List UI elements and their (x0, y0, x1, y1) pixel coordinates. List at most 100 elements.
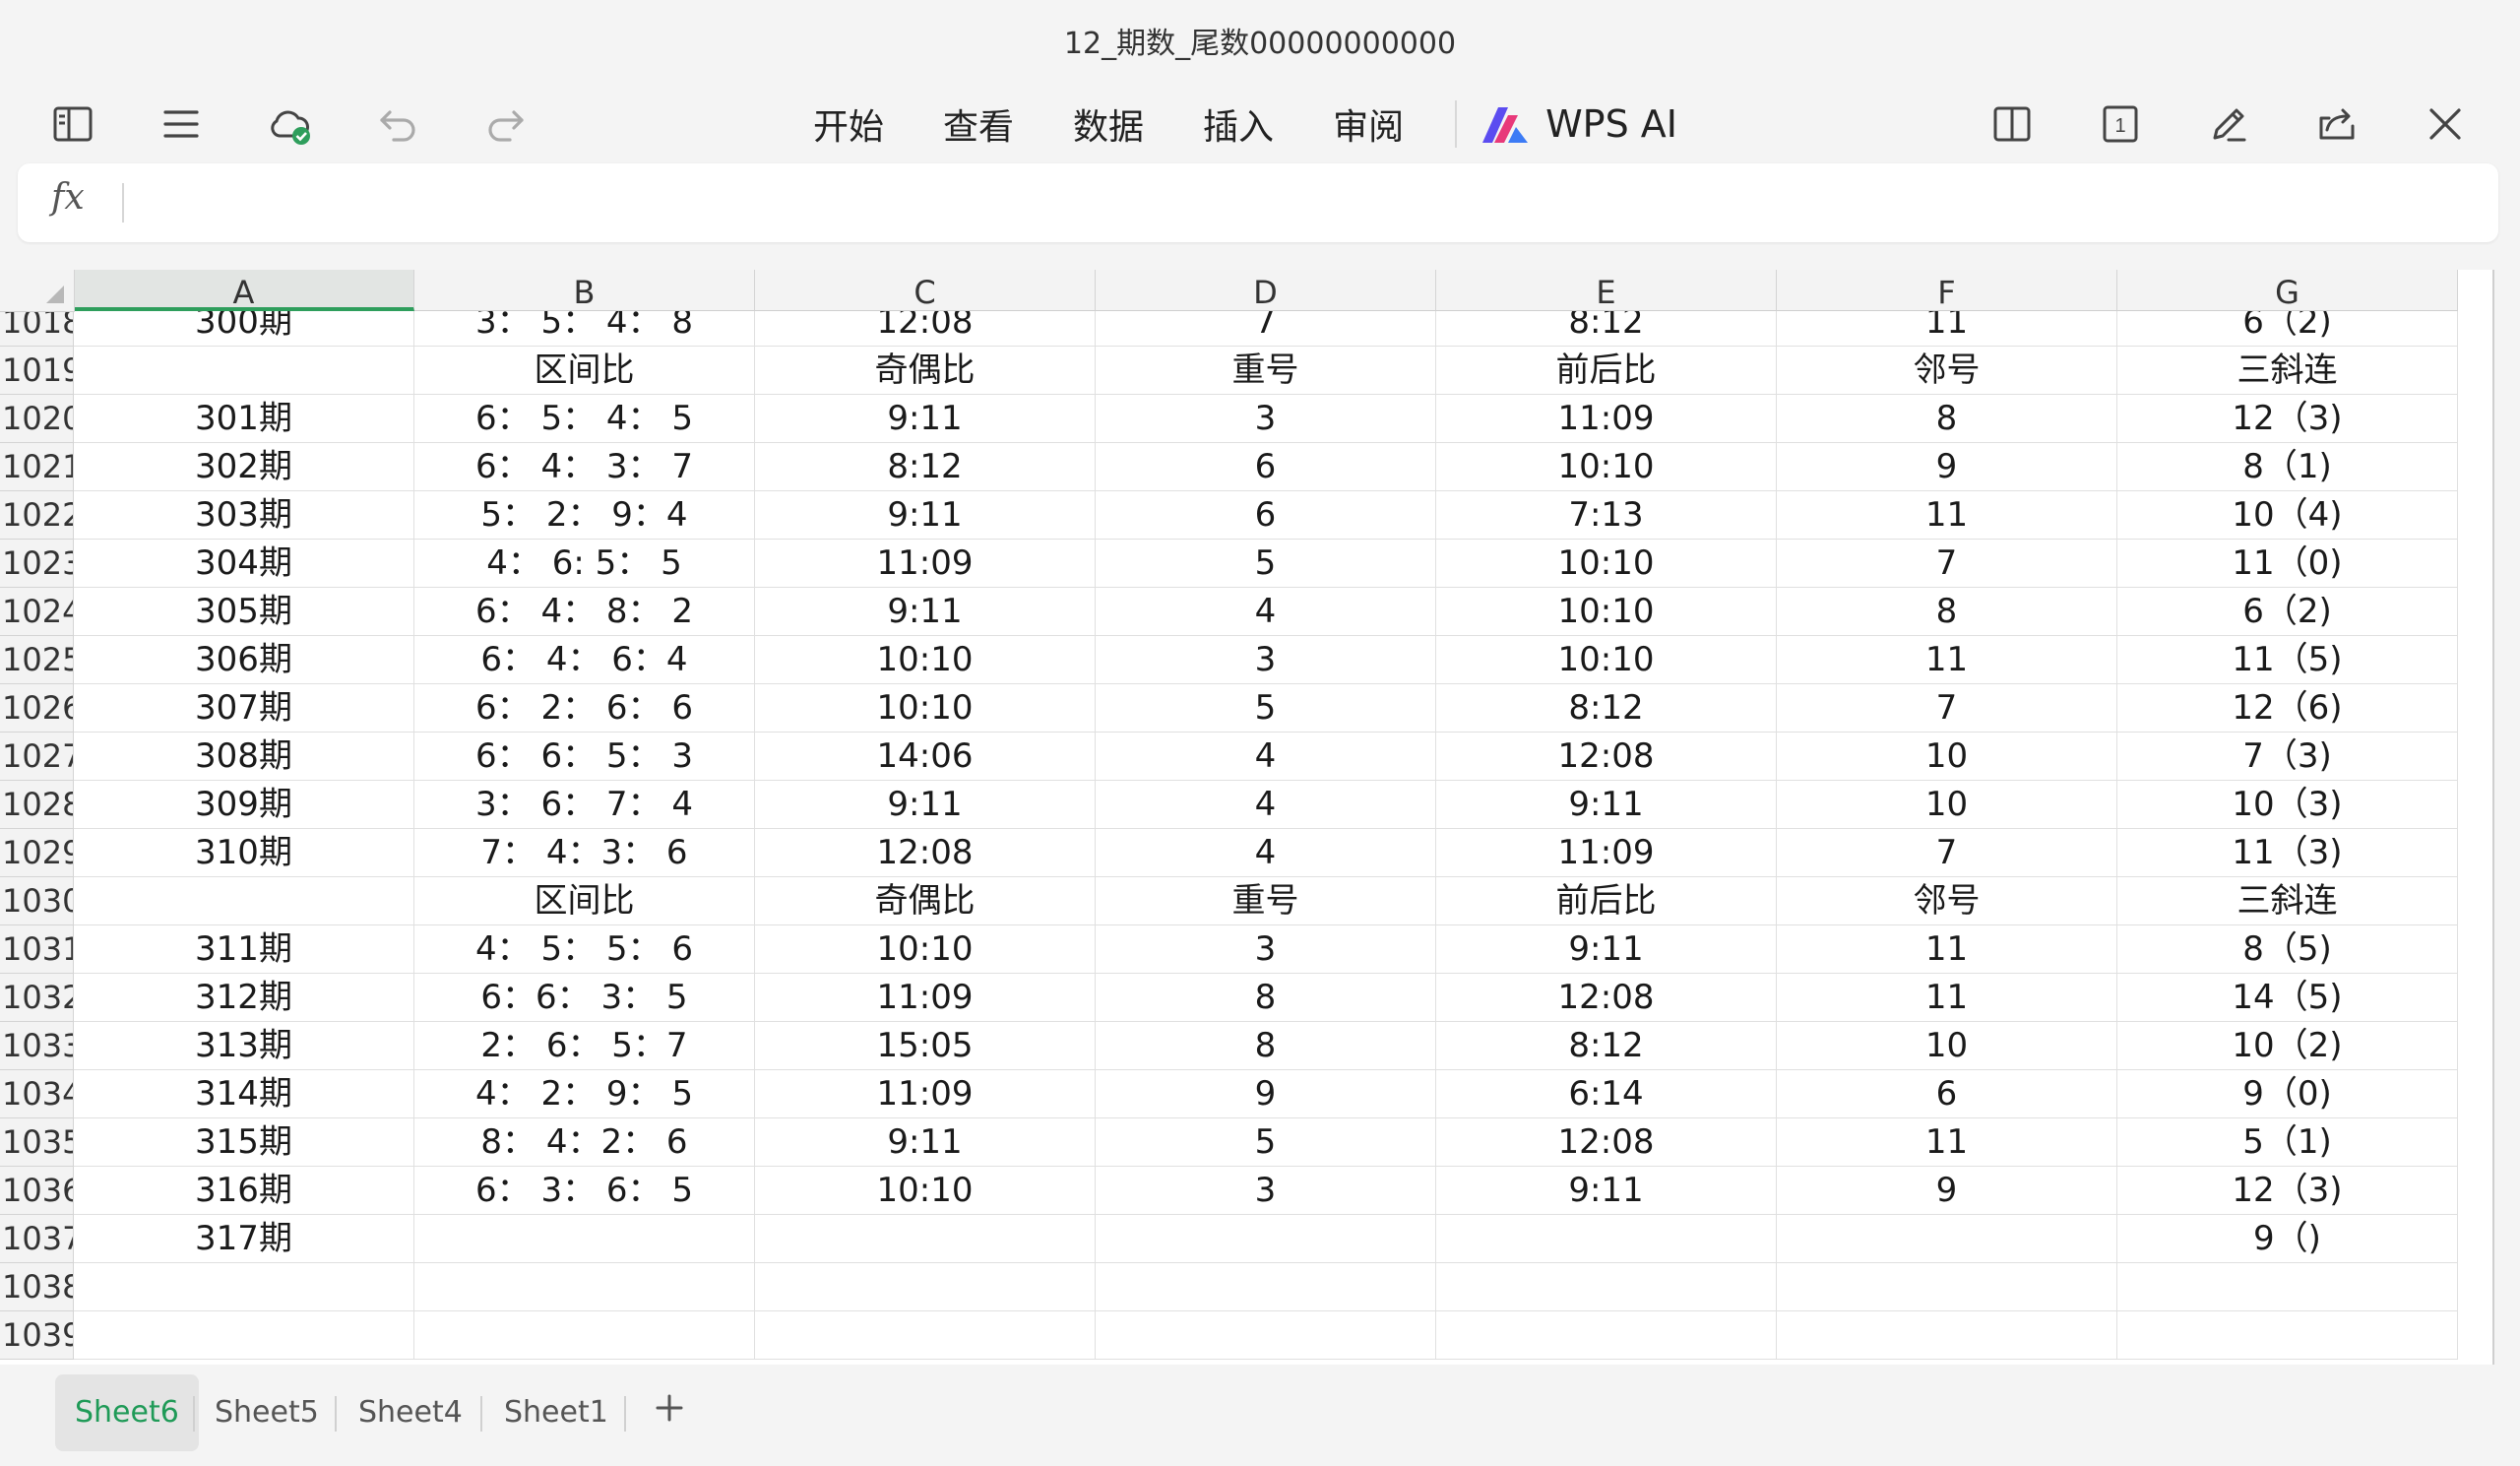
row-number[interactable]: 1025 (0, 636, 74, 684)
cell-f[interactable]: 11 (1777, 636, 2117, 684)
cell-e[interactable]: 8:12 (1436, 1022, 1777, 1070)
cell-e[interactable] (1436, 1263, 1777, 1311)
cell-g[interactable]: 11（0) (2117, 540, 2458, 588)
cell-c[interactable]: 11:09 (755, 540, 1096, 588)
cell-e[interactable]: 12:08 (1436, 1118, 1777, 1167)
row-number[interactable]: 1026 (0, 684, 74, 733)
tab-sheet1[interactable]: Sheet1 (484, 1374, 628, 1451)
row-number[interactable]: 1021 (0, 443, 74, 491)
cell-a[interactable]: 308期 (74, 733, 414, 781)
cell-a[interactable] (74, 877, 414, 925)
column-header-e[interactable]: E (1436, 270, 1777, 311)
cell-e[interactable] (1436, 1311, 1777, 1360)
tab-sheet6[interactable]: Sheet6 (55, 1374, 199, 1451)
fx-icon[interactable]: fx (51, 177, 85, 218)
menu-icon[interactable] (152, 95, 211, 154)
row-number[interactable]: 1027 (0, 733, 74, 781)
row-number[interactable]: 1036 (0, 1167, 74, 1215)
add-sheet-button[interactable] (642, 1380, 697, 1435)
cell-f[interactable]: 10 (1777, 1022, 2117, 1070)
cell-b[interactable]: 8： 4：2： 6 (414, 1118, 755, 1167)
cell-e[interactable]: 10:10 (1436, 443, 1777, 491)
tab-sheet4[interactable]: Sheet4 (339, 1374, 482, 1451)
cell-d[interactable]: 4 (1096, 829, 1436, 877)
cell-f[interactable]: 7 (1777, 829, 2117, 877)
cell-a[interactable]: 307期 (74, 684, 414, 733)
cell-c[interactable]: 9:11 (755, 588, 1096, 636)
cell-a[interactable]: 309期 (74, 781, 414, 829)
cell-c[interactable]: 9:11 (755, 491, 1096, 540)
cell-a[interactable]: 316期 (74, 1167, 414, 1215)
cell-d[interactable]: 重号 (1096, 877, 1436, 925)
cell-e[interactable]: 9:11 (1436, 781, 1777, 829)
cell-d[interactable]: 6 (1096, 443, 1436, 491)
cell-f[interactable]: 10 (1777, 781, 2117, 829)
cell-b[interactable]: 6： 2： 6： 6 (414, 684, 755, 733)
cell-f[interactable]: 11 (1777, 1118, 2117, 1167)
cell-g[interactable] (2117, 1311, 2458, 1360)
cell-c[interactable]: 10:10 (755, 1167, 1096, 1215)
cell-f[interactable]: 7 (1777, 684, 2117, 733)
row-number[interactable]: 1022 (0, 491, 74, 540)
cell-g[interactable]: 三斜连 (2117, 877, 2458, 925)
cell-b[interactable]: 区间比 (414, 877, 755, 925)
cell-f[interactable]: 8 (1777, 395, 2117, 443)
cell-b[interactable] (414, 1311, 755, 1360)
cloud-sync-icon[interactable] (260, 95, 319, 154)
menu-review[interactable]: 审阅 (1313, 98, 1423, 150)
cell-d[interactable]: 9 (1096, 1070, 1436, 1118)
cell-b[interactable]: 6：6： 3： 5 (414, 974, 755, 1022)
cell-b[interactable]: 4： 2： 9： 5 (414, 1070, 755, 1118)
cell-b[interactable]: 3： 6： 7： 4 (414, 781, 755, 829)
wps-ai-button[interactable]: WPS AI (1479, 101, 1677, 147)
cell-g[interactable]: 8（5) (2117, 925, 2458, 974)
cell-d[interactable]: 5 (1096, 684, 1436, 733)
cell-f[interactable]: 邻号 (1777, 877, 2117, 925)
menu-data[interactable]: 数据 (1053, 98, 1164, 150)
cell-a[interactable]: 303期 (74, 491, 414, 540)
cell-e[interactable]: 11:09 (1436, 829, 1777, 877)
cell-f[interactable]: 7 (1777, 540, 2117, 588)
cell-e[interactable]: 7:13 (1436, 491, 1777, 540)
cell-f[interactable]: 9 (1777, 1167, 2117, 1215)
cell-e[interactable]: 前后比 (1436, 877, 1777, 925)
sidebar-toggle-icon[interactable] (43, 95, 102, 154)
redo-icon[interactable] (476, 95, 536, 154)
undo-icon[interactable] (368, 95, 427, 154)
cell-g[interactable]: 三斜连 (2117, 347, 2458, 395)
cell-b[interactable]: 6： 4： 8： 2 (414, 588, 755, 636)
cell-c[interactable]: 9:11 (755, 1118, 1096, 1167)
cell-g[interactable]: 9（0) (2117, 1070, 2458, 1118)
cell-d[interactable]: 3 (1096, 636, 1436, 684)
cell-b[interactable] (414, 1263, 755, 1311)
cell-d[interactable]: 3 (1096, 925, 1436, 974)
cell-b[interactable] (414, 1215, 755, 1263)
cell-c[interactable] (755, 1311, 1096, 1360)
cell-c[interactable]: 8:12 (755, 443, 1096, 491)
cell-f[interactable]: 10 (1777, 733, 2117, 781)
column-header-c[interactable]: C (755, 270, 1096, 311)
cell-a[interactable]: 310期 (74, 829, 414, 877)
row-number[interactable]: 1023 (0, 540, 74, 588)
cell-c[interactable]: 11:09 (755, 1070, 1096, 1118)
cell-e[interactable]: 6:14 (1436, 1070, 1777, 1118)
cell-a[interactable]: 315期 (74, 1118, 414, 1167)
cell-e[interactable]: 前后比 (1436, 347, 1777, 395)
cell-g[interactable] (2117, 1263, 2458, 1311)
cell-d[interactable] (1096, 1263, 1436, 1311)
cell-b[interactable]: 7： 4：3： 6 (414, 829, 755, 877)
row-number[interactable]: 1033 (0, 1022, 74, 1070)
cell-e[interactable]: 8:12 (1436, 684, 1777, 733)
row-number[interactable]: 1020 (0, 395, 74, 443)
cell-c[interactable]: 15:05 (755, 1022, 1096, 1070)
cell-f[interactable]: 11 (1777, 925, 2117, 974)
cell-a[interactable]: 312期 (74, 974, 414, 1022)
cell-a[interactable]: 301期 (74, 395, 414, 443)
cell-c[interactable]: 10:10 (755, 684, 1096, 733)
column-header-f[interactable]: F (1777, 270, 2117, 311)
cell-b[interactable]: 6： 6： 5： 3 (414, 733, 755, 781)
cell-e[interactable]: 9:11 (1436, 925, 1777, 974)
cell-f[interactable]: 11 (1777, 974, 2117, 1022)
cell-d[interactable]: 4 (1096, 733, 1436, 781)
cell-b[interactable]: 6： 4： 3： 7 (414, 443, 755, 491)
